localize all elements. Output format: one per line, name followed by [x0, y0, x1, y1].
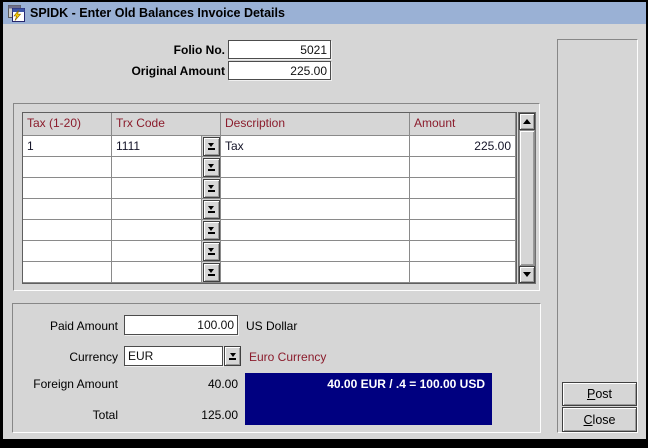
- dropdown-arrow-icon: [208, 185, 215, 192]
- grid-cell-tax[interactable]: 1: [23, 136, 112, 157]
- dropdown-arrow-icon: [229, 353, 236, 360]
- grid-cell-description[interactable]: [221, 178, 410, 199]
- foreign-amount-value: 40.00: [138, 375, 238, 393]
- title-bar[interactable]: SPIDK - Enter Old Balances Invoice Detai…: [3, 2, 646, 24]
- grid-scrollbar[interactable]: [518, 112, 536, 284]
- grid-cell-tax[interactable]: [23, 262, 112, 283]
- grid-cell-tax[interactable]: [23, 199, 112, 220]
- tax-grid: Tax (1-20) Trx Code Description Amount 1…: [22, 112, 517, 284]
- grid-header-tax: Tax (1-20): [23, 113, 112, 136]
- grid-cell-amount[interactable]: [410, 220, 516, 241]
- currency-input[interactable]: [124, 346, 223, 366]
- original-amount-input[interactable]: [228, 61, 331, 80]
- grid-header-description: Description: [221, 113, 410, 136]
- grid-cell-trx-lov: [202, 157, 221, 178]
- grid-cell-trx-code[interactable]: [112, 157, 202, 178]
- close-button[interactable]: Close: [562, 407, 637, 432]
- paid-currency-text: US Dollar: [246, 317, 297, 335]
- grid-cell-amount[interactable]: 225.00: [410, 136, 516, 157]
- total-label: Total: [18, 406, 118, 424]
- grid-cell-trx-lov: [202, 262, 221, 283]
- paid-amount-input[interactable]: [124, 315, 238, 335]
- trx-code-dropdown-button[interactable]: [203, 200, 220, 219]
- currency-label: Currency: [18, 348, 118, 366]
- trx-code-dropdown-button[interactable]: [203, 263, 220, 282]
- trx-code-dropdown-button[interactable]: [203, 179, 220, 198]
- grid-cell-trx-code[interactable]: [112, 178, 202, 199]
- currency-dropdown-button[interactable]: [224, 346, 241, 366]
- grid-cell-tax[interactable]: [23, 157, 112, 178]
- grid-cell-description[interactable]: [221, 220, 410, 241]
- grid-cell-trx-lov: [202, 199, 221, 220]
- grid-cell-amount[interactable]: [410, 157, 516, 178]
- grid-cell-tax[interactable]: [23, 178, 112, 199]
- post-button[interactable]: Post: [562, 382, 637, 406]
- grid-cell-trx-code[interactable]: [112, 262, 202, 283]
- folio-label: Folio No.: [75, 41, 225, 59]
- action-panel: [557, 39, 638, 433]
- grid-cell-description[interactable]: [221, 157, 410, 178]
- dropdown-arrow-icon: [208, 164, 215, 171]
- original-amount-label: Original Amount: [75, 62, 225, 80]
- dropdown-arrow-icon: [208, 248, 215, 255]
- window-title: SPIDK - Enter Old Balances Invoice Detai…: [30, 6, 285, 20]
- scroll-up-button[interactable]: [519, 113, 535, 130]
- grid-cell-trx-code[interactable]: 1111: [112, 136, 202, 157]
- grid-cell-trx-lov: [202, 136, 221, 157]
- grid-cell-trx-code[interactable]: [112, 199, 202, 220]
- grid-cell-amount[interactable]: [410, 178, 516, 199]
- grid-cell-description[interactable]: [221, 199, 410, 220]
- grid-cell-trx-lov: [202, 241, 221, 262]
- grid-header-amount: Amount: [410, 113, 516, 136]
- grid-cell-trx-lov: [202, 220, 221, 241]
- arrow-up-icon: [523, 119, 531, 124]
- dropdown-arrow-icon: [208, 206, 215, 213]
- grid-cell-description[interactable]: [221, 262, 410, 283]
- grid-cell-trx-lov: [202, 178, 221, 199]
- paid-amount-label: Paid Amount: [18, 317, 118, 335]
- grid-cell-tax[interactable]: [23, 241, 112, 262]
- close-button-label: C: [584, 413, 593, 427]
- foreign-amount-label: Foreign Amount: [18, 375, 118, 393]
- dropdown-arrow-icon: [208, 143, 215, 150]
- scrollbar-thumb[interactable]: [519, 130, 535, 266]
- grid-cell-amount[interactable]: [410, 241, 516, 262]
- grid-cell-amount[interactable]: [410, 262, 516, 283]
- grid-cell-tax[interactable]: [23, 220, 112, 241]
- trx-code-dropdown-button[interactable]: [203, 221, 220, 240]
- scroll-down-button[interactable]: [519, 266, 535, 283]
- invoice-details-dialog: SPIDK - Enter Old Balances Invoice Detai…: [0, 0, 648, 448]
- conversion-info-box: 40.00 EUR / .4 = 100.00 USD: [245, 373, 492, 425]
- forms-window-lightning-icon: [8, 5, 25, 22]
- currency-description: Euro Currency: [249, 348, 326, 366]
- trx-code-dropdown-button[interactable]: [203, 242, 220, 261]
- grid-cell-description[interactable]: [221, 241, 410, 262]
- grid-header-trx-code: Trx Code: [112, 113, 221, 136]
- dropdown-arrow-icon: [208, 269, 215, 276]
- grid-cell-amount[interactable]: [410, 199, 516, 220]
- grid-cell-trx-code[interactable]: [112, 241, 202, 262]
- grid-cell-description[interactable]: Tax: [221, 136, 410, 157]
- trx-code-dropdown-button[interactable]: [203, 137, 220, 156]
- dropdown-arrow-icon: [208, 227, 215, 234]
- trx-code-dropdown-button[interactable]: [203, 158, 220, 177]
- grid-cell-trx-code[interactable]: [112, 220, 202, 241]
- folio-input[interactable]: [228, 40, 331, 59]
- arrow-down-icon: [523, 272, 531, 277]
- total-value: 125.00: [138, 406, 238, 424]
